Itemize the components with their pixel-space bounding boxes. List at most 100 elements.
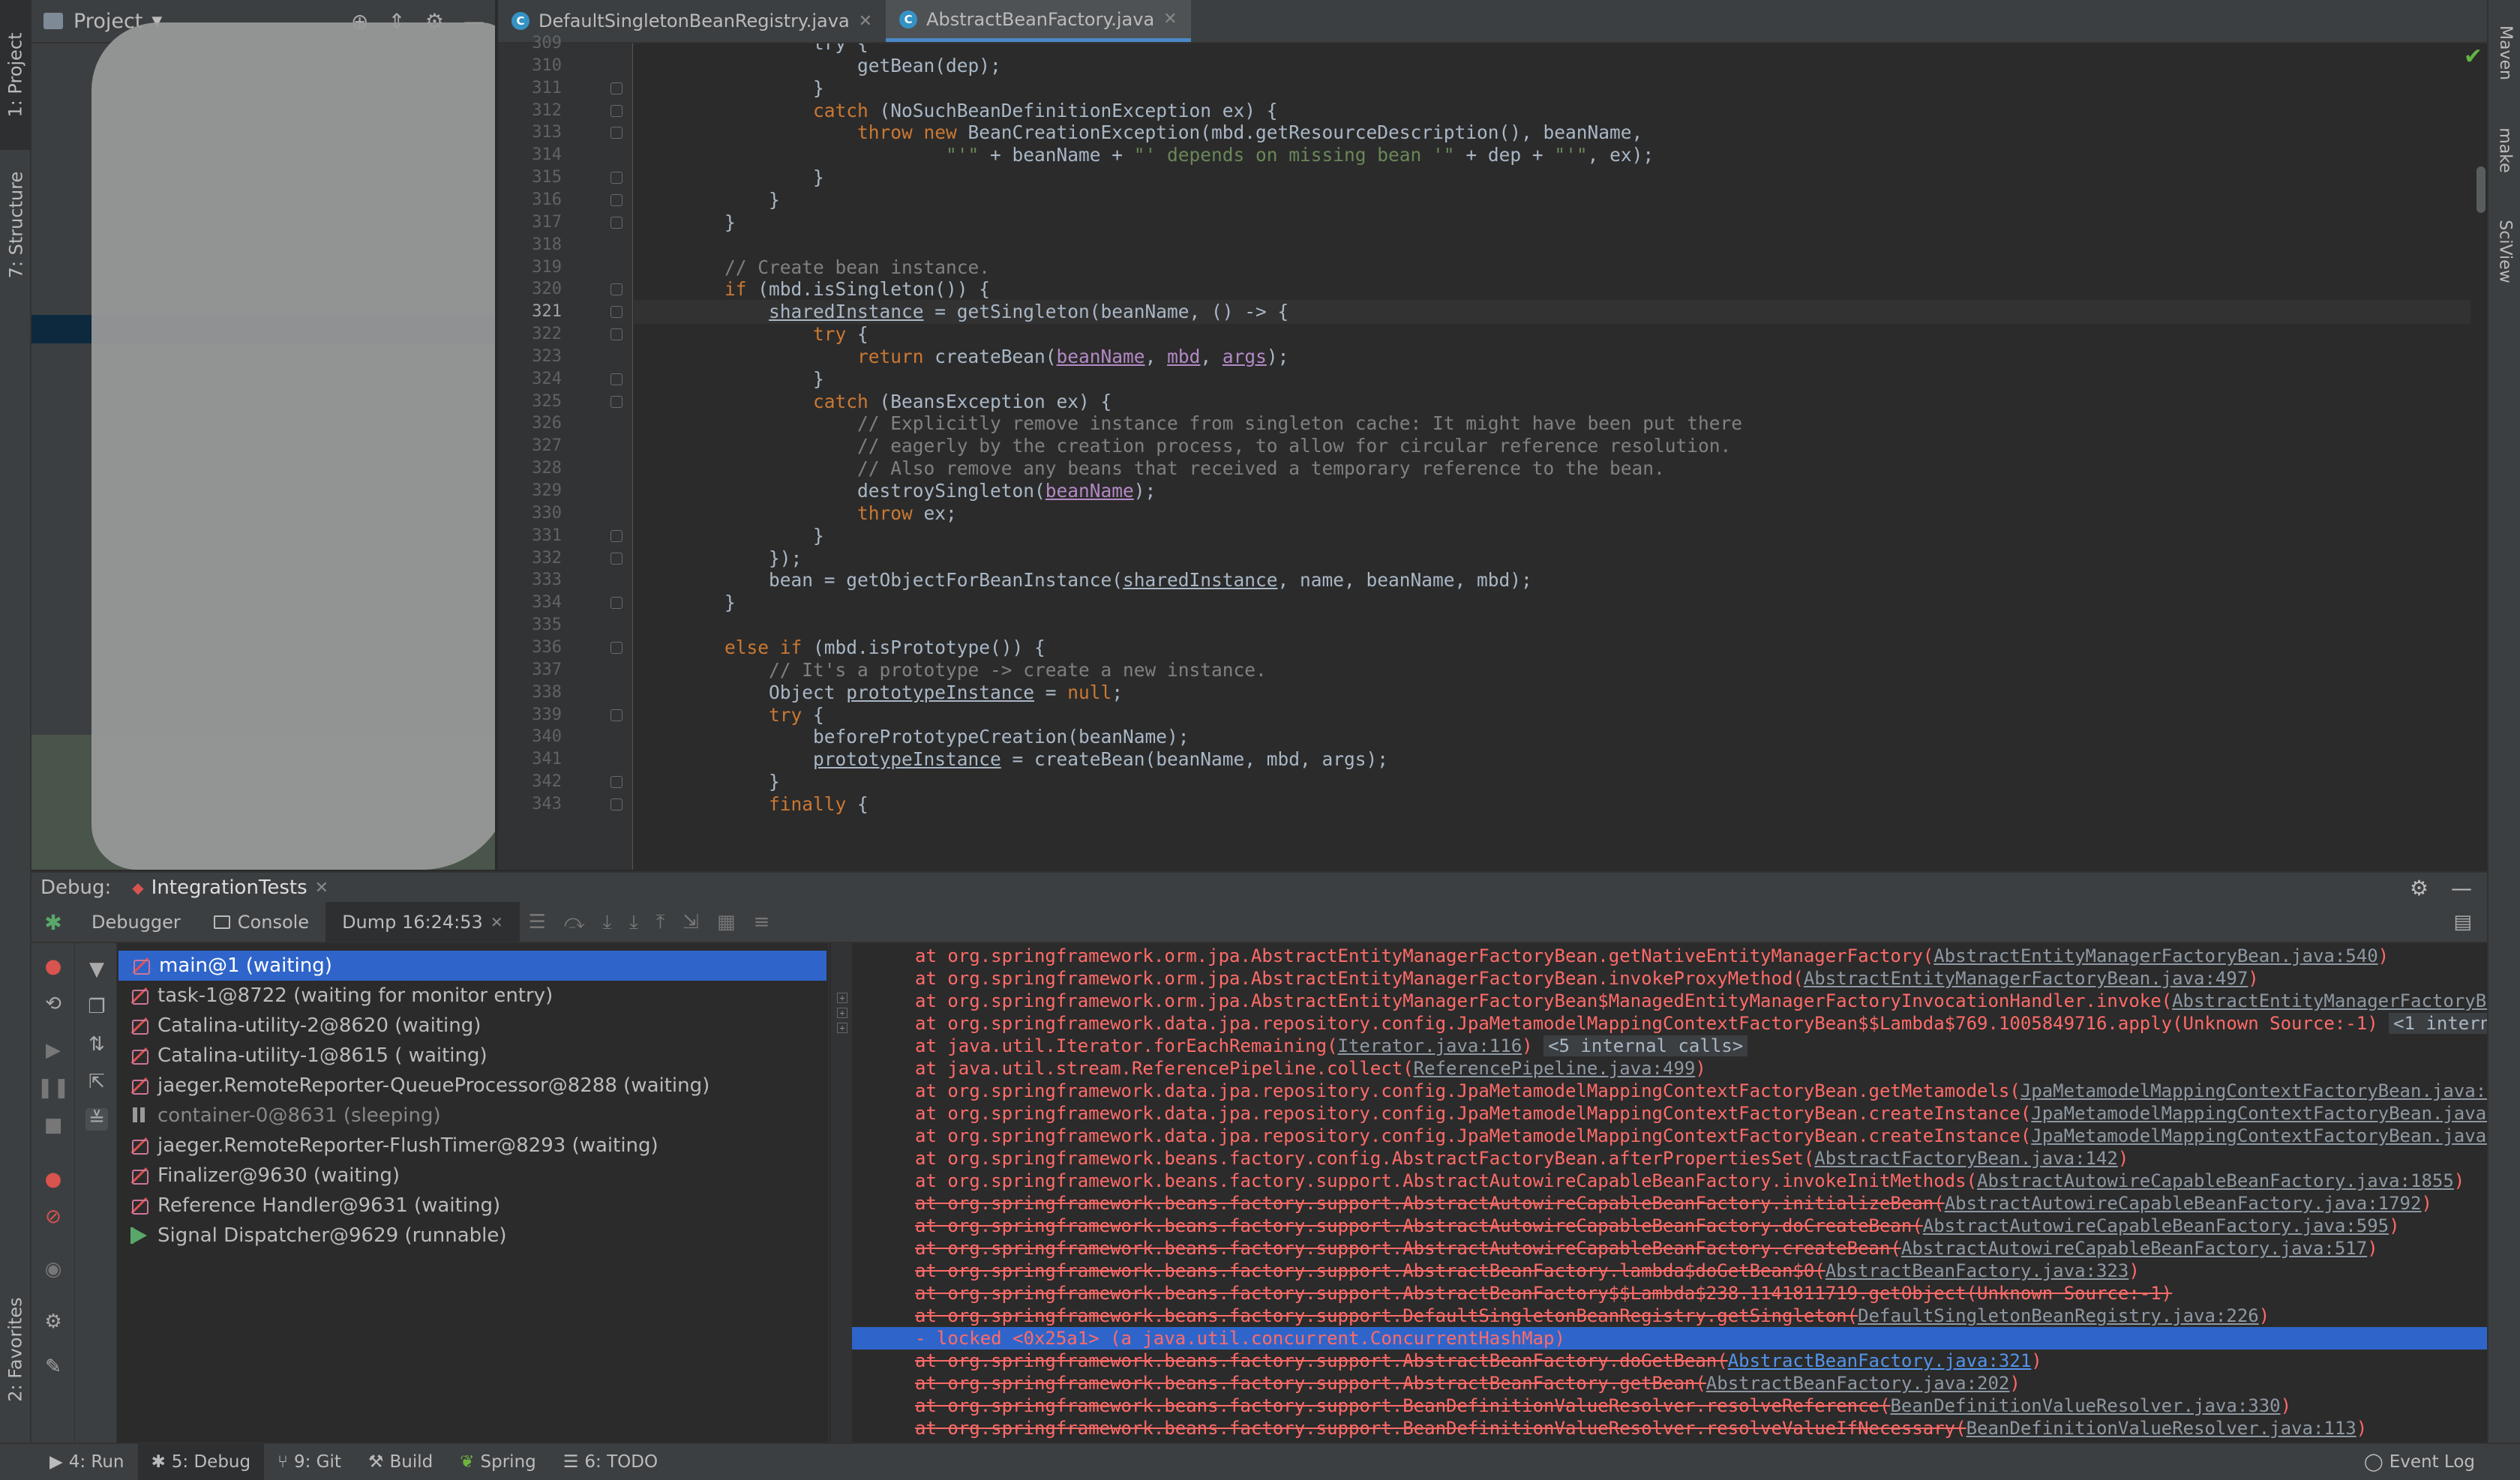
dump-line[interactable]: at java.util.stream.ReferencePipeline.co… xyxy=(915,1057,1706,1080)
thread-row[interactable]: task-1@8722 (waiting for monitor entry) xyxy=(117,981,830,1011)
tab-console[interactable]: Console xyxy=(197,902,326,942)
dump-line[interactable]: at org.springframework.beans.factory.sup… xyxy=(915,1305,2270,1327)
fold-marker-icon[interactable] xyxy=(610,776,622,789)
mute-breakpoints-icon[interactable]: ⊘ xyxy=(42,1206,64,1228)
layout-icon[interactable]: ▤ xyxy=(2453,911,2472,933)
source-link[interactable]: AbstractBeanFactory.java:202 xyxy=(1706,1373,2010,1394)
code-line[interactable]: else if (mbd.isPrototype()) { xyxy=(634,636,2486,660)
close-icon[interactable]: ✕ xyxy=(315,879,328,897)
gear-icon[interactable]: ⚙ xyxy=(42,1311,64,1333)
code-line[interactable]: } xyxy=(634,591,2486,615)
code-line[interactable]: catch (BeansException ex) { xyxy=(634,390,2486,414)
close-icon[interactable]: ✕ xyxy=(859,12,872,31)
fold-marker-icon[interactable] xyxy=(610,529,622,542)
code-line[interactable]: finally { xyxy=(634,792,2486,816)
code-line[interactable]: prototypeInstance = createBean(beanName,… xyxy=(634,747,2486,771)
code-line[interactable]: Object prototypeInstance = null; xyxy=(634,681,2486,705)
evaluate-icon[interactable]: ▦ xyxy=(717,911,736,933)
step-out-icon[interactable]: ⤒ xyxy=(656,911,665,934)
debug-config-tab[interactable]: ◆ IntegrationTests ✕ xyxy=(132,876,328,899)
code-line[interactable]: // eagerly by the creation process, to a… xyxy=(634,434,2486,458)
thread-row[interactable]: Signal Dispatcher@9629 (runnable) xyxy=(117,1221,830,1251)
thread-row[interactable]: jaeger.RemoteReporter-QueueProcessor@828… xyxy=(117,1071,830,1101)
fold-marker-icon[interactable] xyxy=(610,172,622,184)
status-tab-todo[interactable]: ☰ 6: TODO xyxy=(550,1444,671,1480)
thread-row[interactable]: container-0@8631 (sleeping) xyxy=(117,1101,830,1131)
dump-line[interactable]: at org.springframework.beans.factory.sup… xyxy=(915,1372,2020,1395)
tab-dump[interactable]: Dump 16:24:53 ✕ xyxy=(326,902,520,942)
thread-list[interactable]: main@1 (waiting) task-1@8722 (waiting for… xyxy=(117,943,830,1443)
dump-line[interactable]: at org.springframework.beans.factory.sup… xyxy=(915,1192,2432,1215)
trace-icon[interactable]: ≡ xyxy=(754,911,770,933)
code-line[interactable] xyxy=(634,233,2486,257)
code-line[interactable]: } xyxy=(634,211,2486,235)
copy-icon[interactable]: ❐ xyxy=(86,996,108,1018)
code-line[interactable]: bean = getObjectForBeanInstance(sharedIn… xyxy=(634,568,2486,592)
pause-icon[interactable]: ❚❚ xyxy=(37,1077,70,1099)
dump-line[interactable]: at java.util.Iterator.forEachRemaining(I… xyxy=(915,1035,1748,1057)
editor-scrollbar-thumb[interactable] xyxy=(2476,166,2486,213)
fold-marker-icon[interactable] xyxy=(610,82,622,94)
fold-marker-icon[interactable] xyxy=(610,798,622,810)
filter-icon[interactable]: ▼ xyxy=(86,958,108,981)
fold-marker-icon[interactable] xyxy=(610,193,622,206)
code-line[interactable]: }); xyxy=(634,547,2486,571)
thread-row[interactable]: Reference Handler@9631 (waiting) xyxy=(117,1191,830,1221)
source-link[interactable]: DefaultSingletonBeanRegistry.java:226 xyxy=(1858,1305,2259,1326)
dump-line[interactable]: at org.springframework.beans.factory.sup… xyxy=(915,1395,2291,1417)
close-icon[interactable]: ✕ xyxy=(1163,10,1177,28)
source-link[interactable]: AbstractEntityManagerFactoryBean.j xyxy=(2172,990,2487,1011)
event-log-button[interactable]: ◯ Event Log xyxy=(2350,1444,2520,1480)
source-link[interactable]: ReferencePipeline.java:499 xyxy=(1414,1058,1696,1079)
force-step-into-icon[interactable]: ⤓ xyxy=(629,911,638,934)
structure-tool-tab[interactable]: 7: Structure xyxy=(0,150,32,300)
code-line[interactable]: throw new BeanCreationException(mbd.getR… xyxy=(634,121,2486,145)
camera-icon[interactable]: ◉ xyxy=(42,1258,64,1281)
thread-row[interactable]: Catalina-utility-2@8620 (waiting) xyxy=(117,1011,830,1041)
sciview-tool-tab[interactable]: SciView xyxy=(2488,202,2520,300)
project-tool-tab[interactable]: 1: Project xyxy=(0,0,32,150)
source-link[interactable]: JpaMetamodelMappingContextFactoryBean.ja… xyxy=(2031,1103,2487,1124)
dump-line[interactable]: at org.springframework.orm.jpa.AbstractE… xyxy=(915,990,2487,1012)
editor-tab-abstract-bean-factory[interactable]: C AbstractBeanFactory.java ✕ xyxy=(886,0,1191,42)
thread-row[interactable]: jaeger.RemoteReporter-FlushTimer@8293 (w… xyxy=(117,1131,830,1161)
code-line[interactable]: try { xyxy=(634,322,2486,346)
source-link[interactable]: BeanDefinitionValueResolver.java:113 xyxy=(1966,1418,2356,1439)
source-link[interactable]: JpaMetamodelMappingContextFactoryBean.ja… xyxy=(2031,1125,2487,1146)
dump-line[interactable]: at org.springframework.orm.jpa.AbstractE… xyxy=(915,967,2259,990)
source-link[interactable]: AbstractAutowireCapableBeanFactory.java:… xyxy=(1977,1170,2454,1191)
code-line[interactable]: destroySingleton(beanName); xyxy=(634,479,2486,503)
dump-line[interactable]: at org.springframework.beans.factory.sup… xyxy=(915,1215,2400,1237)
dump-line[interactable]: at org.springframework.beans.factory.sup… xyxy=(915,1350,2042,1372)
dump-line[interactable]: at org.springframework.beans.factory.sup… xyxy=(915,1260,2140,1282)
dump-line[interactable]: at org.springframework.beans.factory.sup… xyxy=(915,1170,2464,1192)
fold-marker-icon[interactable] xyxy=(610,373,622,385)
dump-line[interactable]: at org.springframework.data.jpa.reposito… xyxy=(915,1012,2487,1035)
dump-line[interactable]: at org.springframework.beans.factory.con… xyxy=(915,1147,2128,1170)
code-line[interactable]: // Explicitly remove instance from singl… xyxy=(634,412,2486,436)
merge-icon[interactable]: ≚ xyxy=(86,1108,108,1131)
code-line[interactable]: } xyxy=(634,188,2486,212)
export-icon[interactable]: ⇱ xyxy=(86,1071,108,1093)
code-line[interactable]: getBean(dep); xyxy=(634,54,2486,78)
inspection-ok-icon[interactable]: ✔ xyxy=(2464,43,2482,70)
code-line[interactable]: return createBean(beanName, mbd, args); xyxy=(634,345,2486,369)
restore-layout-icon[interactable]: ⟲ xyxy=(42,993,64,1015)
dump-line[interactable]: at org.springframework.data.jpa.reposito… xyxy=(915,1080,2487,1102)
fold-marker-icon[interactable] xyxy=(610,597,622,610)
tab-debugger[interactable]: Debugger xyxy=(75,902,197,942)
show-execution-point-icon[interactable]: ☰ xyxy=(529,911,546,933)
run-to-cursor-icon[interactable]: ⇲ xyxy=(682,911,699,933)
fold-marker-icon[interactable] xyxy=(610,328,622,341)
fold-marker-icon[interactable] xyxy=(610,306,622,319)
close-icon[interactable]: ✕ xyxy=(490,913,503,931)
thread-row[interactable]: main@1 (waiting) xyxy=(118,951,826,981)
stop-icon[interactable]: ■ xyxy=(42,1114,64,1137)
fold-marker-icon[interactable] xyxy=(610,709,622,721)
status-tab-run[interactable]: ▶ 4: Run xyxy=(36,1444,138,1480)
dump-line[interactable]: at org.springframework.orm.jpa.AbstractE… xyxy=(915,945,2389,967)
code-line[interactable]: throw ex; xyxy=(634,502,2486,526)
expand-icon[interactable]: + xyxy=(837,993,848,1003)
code-line[interactable]: try { xyxy=(634,703,2486,727)
code-line[interactable]: "'" + beanName + "' depends on missing b… xyxy=(634,143,2486,167)
